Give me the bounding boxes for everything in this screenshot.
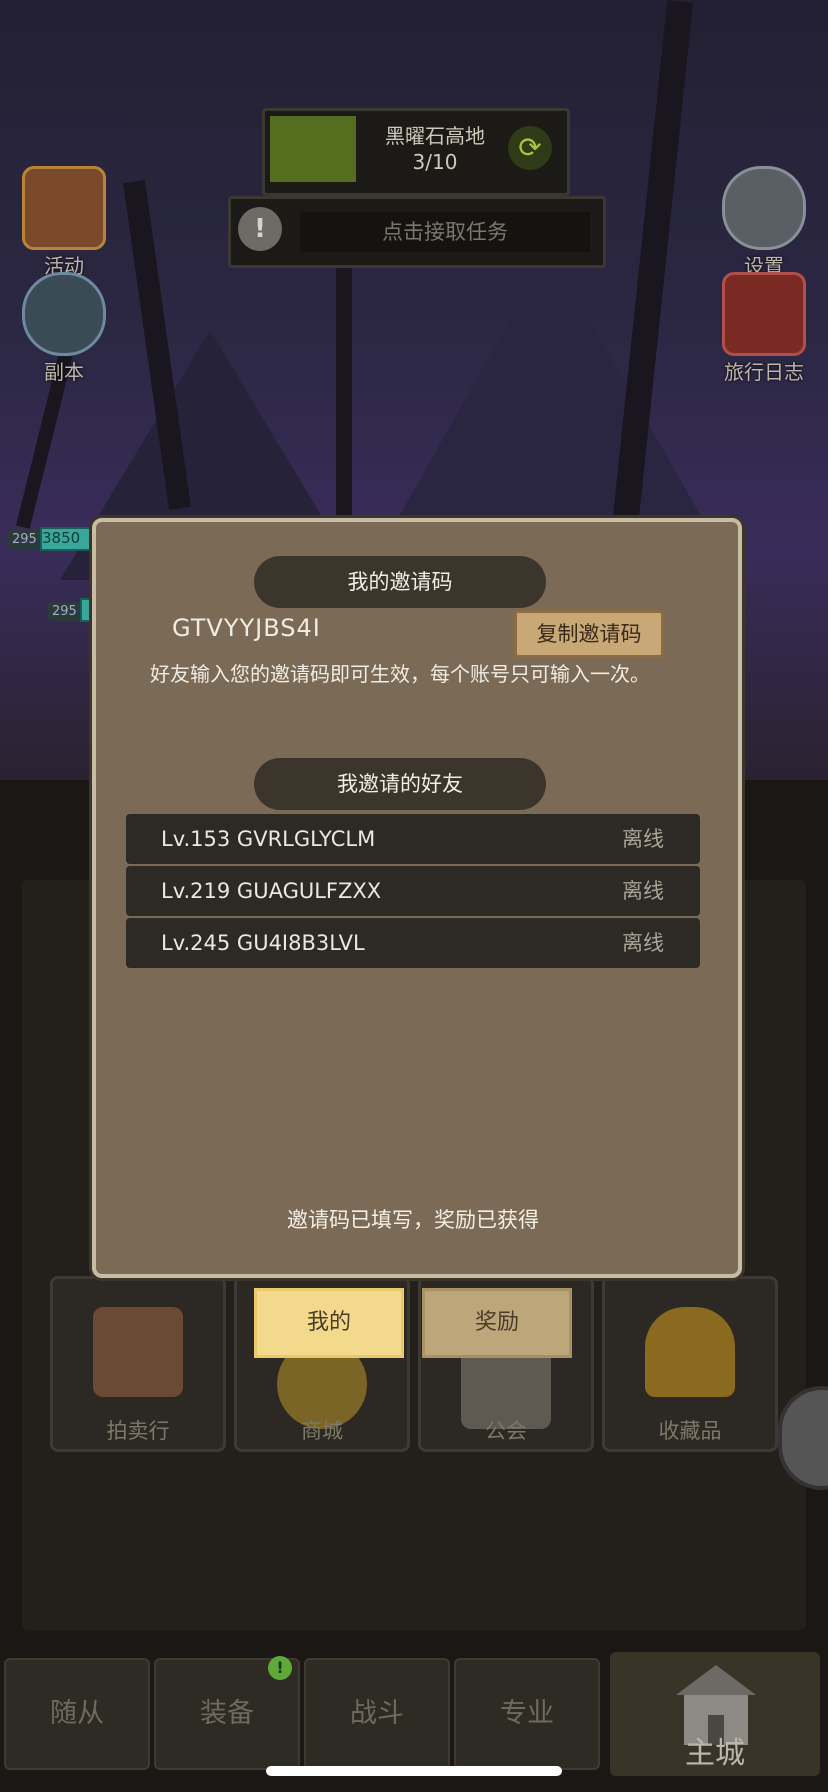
auction-hammer-icon — [93, 1307, 183, 1397]
task-text[interactable]: 点击接取任务 — [300, 212, 590, 252]
refresh-icon[interactable]: ⟳ — [508, 126, 552, 170]
tile-label: 收藏品 — [658, 1419, 722, 1443]
friend-status: 离线 — [622, 827, 664, 851]
notification-badge: ! — [268, 1656, 292, 1680]
side-label: 副本 — [44, 360, 84, 384]
friend-row[interactable]: Lv.153 GVRLGLYCLM 离线 — [126, 814, 700, 864]
area-name: 黑曜石高地 — [385, 124, 485, 148]
gear-icon — [722, 166, 806, 250]
area-progress-count: 3/10 — [412, 150, 458, 174]
friend-name: Lv.245 GU4I8B3LVL — [161, 931, 365, 955]
friend-name: Lv.153 GVRLGLYCLM — [161, 827, 376, 851]
dungeon-portal-icon — [22, 272, 106, 356]
my-code-title: 我的邀请码 — [254, 556, 546, 608]
home-indicator — [266, 1766, 562, 1776]
tab-mine[interactable]: 我的 — [254, 1288, 404, 1358]
nav-battle[interactable]: 战斗 — [304, 1658, 450, 1770]
nav-main-label: 主城 — [685, 1736, 745, 1771]
alert-icon: ! — [238, 207, 282, 251]
unit-level: 295 — [48, 602, 81, 621]
friend-status: 离线 — [622, 879, 664, 903]
footer-note: 邀请码已填写，奖励已获得 — [287, 1208, 539, 1232]
journal-icon — [722, 272, 806, 356]
invite-note: 好友输入您的邀请码即可生效，每个账号只可输入一次。 — [150, 662, 650, 686]
unit-level: 295 — [8, 530, 41, 549]
area-progress-fill — [270, 116, 356, 182]
tile-label: 公会 — [485, 1419, 527, 1443]
side-button-event[interactable]: 活动 — [14, 166, 114, 279]
event-book-icon — [22, 166, 106, 250]
tile-auction[interactable]: 拍卖行 — [50, 1276, 226, 1452]
tile-label: 拍卖行 — [106, 1419, 170, 1443]
invite-code: GTVYYJBS4I — [172, 614, 321, 642]
mountain-shape — [380, 250, 720, 550]
friend-row[interactable]: Lv.245 GU4I8B3LVL 离线 — [126, 918, 700, 968]
side-button-dungeon[interactable]: 副本 — [14, 272, 114, 385]
helmet-icon — [645, 1307, 735, 1397]
copy-code-button[interactable]: 复制邀请码 — [514, 610, 664, 658]
friends-title: 我邀请的好友 — [254, 758, 546, 810]
nav-followers[interactable]: 随从 — [4, 1658, 150, 1770]
tab-reward[interactable]: 奖励 — [422, 1288, 572, 1358]
friend-name: Lv.219 GUAGULFZXX — [161, 879, 382, 903]
side-button-settings[interactable]: 设置 — [714, 166, 814, 279]
side-label: 旅行日志 — [724, 360, 804, 384]
tile-label: 商城 — [301, 1419, 343, 1443]
tile-collection[interactable]: 收藏品 — [602, 1276, 778, 1452]
nav-profession[interactable]: 专业 — [454, 1658, 600, 1770]
friend-row[interactable]: Lv.219 GUAGULFZXX 离线 — [126, 866, 700, 916]
side-button-journal[interactable]: 旅行日志 — [714, 272, 814, 385]
friend-status: 离线 — [622, 931, 664, 955]
